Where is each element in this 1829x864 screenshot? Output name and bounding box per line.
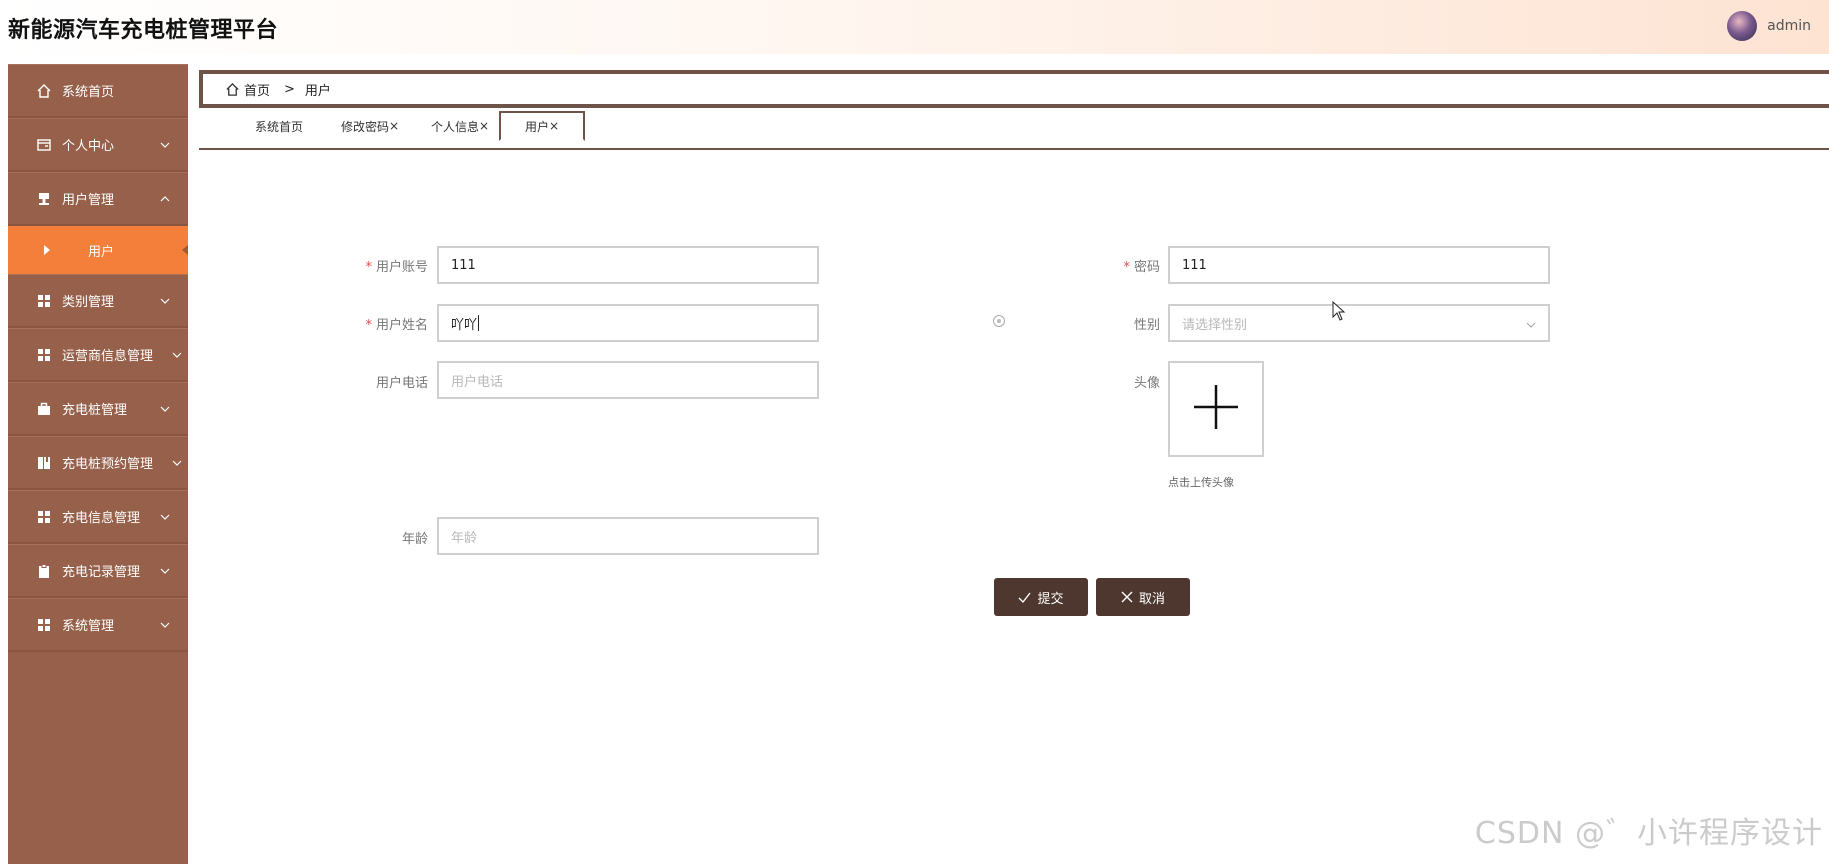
user-menu[interactable]: admin: [1727, 10, 1811, 42]
username[interactable]: admin: [1767, 18, 1811, 34]
gender-label: 性别: [1133, 318, 1160, 333]
password-label: * 密码: [1123, 260, 1160, 275]
top-header: 新能源汽车充电桩管理平台 admin: [0, 0, 1829, 54]
radio-indicator: [993, 315, 1005, 327]
chevron-down-icon: [160, 139, 170, 149]
chevron-down-icon: [1526, 319, 1536, 334]
sidebar-item-charger-management[interactable]: 充电桩管理: [8, 382, 188, 436]
sidebar-item-reservation-management[interactable]: 充电桩预约管理: [8, 436, 188, 490]
sidebar-item-charging-record-management[interactable]: 充电记录管理: [8, 544, 188, 598]
sidebar-item-user-management[interactable]: 用户管理: [8, 172, 188, 226]
watermark: CSDN @゛小许程序设计: [1474, 816, 1823, 851]
phone-input[interactable]: 用户电话: [437, 361, 819, 399]
sidebar-item-label: 充电桩管理: [62, 403, 128, 418]
grid-icon: [36, 293, 52, 309]
tab-label: 用户: [524, 119, 549, 134]
submit-button[interactable]: 提交: [994, 578, 1088, 616]
sidebar: 系统首页 个人中心 用户管理 用户 类别管理 运营商信息管理 充电桩管理 充电桩…: [8, 64, 188, 864]
grid-icon: [36, 617, 52, 633]
breadcrumb-separator: >: [284, 81, 295, 97]
chevron-down-icon: [160, 295, 170, 305]
active-indicator: [182, 245, 188, 255]
mouse-cursor-icon: [1332, 300, 1346, 325]
age-label: 年龄: [401, 532, 428, 547]
sidebar-item-label: 充电记录管理: [62, 565, 141, 580]
breadcrumb-home[interactable]: 首页: [244, 80, 270, 99]
upload-hint: 点击上传头像: [1168, 476, 1234, 489]
sidebar-item-system-management[interactable]: 系统管理: [8, 598, 188, 652]
required-mark: *: [365, 318, 372, 333]
sidebar-item-label: 系统首页: [62, 85, 115, 100]
phone-label: 用户电话: [375, 376, 428, 391]
sidebar-item-label: 系统管理: [62, 619, 115, 634]
account-input[interactable]: 111: [437, 246, 819, 284]
sidebar-item-label: 充电桩预约管理: [62, 457, 154, 472]
sidebar-item-label: 类别管理: [62, 295, 115, 310]
chevron-down-icon: [172, 457, 182, 467]
tab-bar: 系统首页 修改密码 × 个人信息 × 用户 ×: [199, 110, 1829, 150]
chevron-down-icon: [160, 403, 170, 413]
close-icon[interactable]: ×: [389, 119, 399, 133]
required-mark: *: [1123, 260, 1130, 275]
home-icon: [36, 83, 52, 99]
app-title: 新能源汽车充电桩管理平台: [8, 18, 279, 43]
home-icon[interactable]: [225, 82, 240, 97]
close-icon: [1121, 591, 1133, 603]
sidebar-subitem-user[interactable]: 用户: [8, 226, 188, 274]
wallet-icon: [36, 137, 52, 153]
caret-right-icon: [44, 245, 50, 255]
gender-select[interactable]: 请选择性别: [1168, 304, 1550, 342]
account-label: * 用户账号: [365, 260, 428, 275]
sidebar-item-personal-center[interactable]: 个人中心: [8, 118, 188, 172]
avatar-upload[interactable]: [1168, 361, 1264, 457]
check-icon: [1018, 591, 1032, 604]
required-mark: *: [365, 260, 372, 275]
tab-change-password[interactable]: 修改密码 ×: [331, 110, 409, 142]
sidebar-item-operator-management[interactable]: 运营商信息管理: [8, 328, 188, 382]
chevron-up-icon: [160, 193, 170, 203]
password-input[interactable]: 111: [1168, 246, 1550, 284]
book-icon: [36, 455, 52, 471]
close-icon[interactable]: ×: [479, 119, 489, 133]
tab-label: 系统首页: [254, 119, 303, 134]
avatar[interactable]: [1727, 11, 1758, 41]
name-label: * 用户姓名: [365, 318, 428, 333]
tab-label: 修改密码: [340, 119, 389, 134]
plus-icon: [1192, 383, 1240, 435]
chevron-down-icon: [160, 565, 170, 575]
grid-icon: [36, 509, 52, 525]
sidebar-item-label: 个人中心: [62, 139, 115, 154]
avatar-label: 头像: [1133, 376, 1160, 391]
clipboard-icon: [36, 563, 52, 579]
age-input[interactable]: 年龄: [437, 517, 819, 555]
chevron-down-icon: [172, 349, 182, 359]
tab-personal-info[interactable]: 个人信息 ×: [421, 110, 499, 142]
breadcrumb-current: 用户: [304, 83, 331, 99]
sidebar-item-category-management[interactable]: 类别管理: [8, 274, 188, 328]
stamp-icon: [36, 191, 52, 207]
tab-home[interactable]: 系统首页: [243, 110, 315, 142]
sidebar-item-charging-info-management[interactable]: 充电信息管理: [8, 490, 188, 544]
tab-user[interactable]: 用户 ×: [499, 111, 585, 141]
briefcase-icon: [36, 401, 52, 417]
tab-label: 个人信息: [430, 119, 479, 134]
chevron-down-icon: [160, 619, 170, 629]
close-icon[interactable]: ×: [549, 119, 559, 133]
name-input[interactable]: 吖吖: [437, 304, 819, 342]
sidebar-subitem-label: 用户: [88, 244, 115, 260]
chevron-down-icon: [160, 511, 170, 521]
sidebar-item-home[interactable]: 系统首页: [8, 64, 188, 118]
breadcrumb: 首页 > 用户: [199, 70, 1829, 108]
grid-icon: [36, 347, 52, 363]
sidebar-item-label: 用户管理: [62, 193, 115, 208]
sidebar-item-label: 运营商信息管理: [62, 349, 154, 364]
sidebar-item-label: 充电信息管理: [62, 511, 141, 526]
cancel-button[interactable]: 取消: [1096, 578, 1190, 616]
